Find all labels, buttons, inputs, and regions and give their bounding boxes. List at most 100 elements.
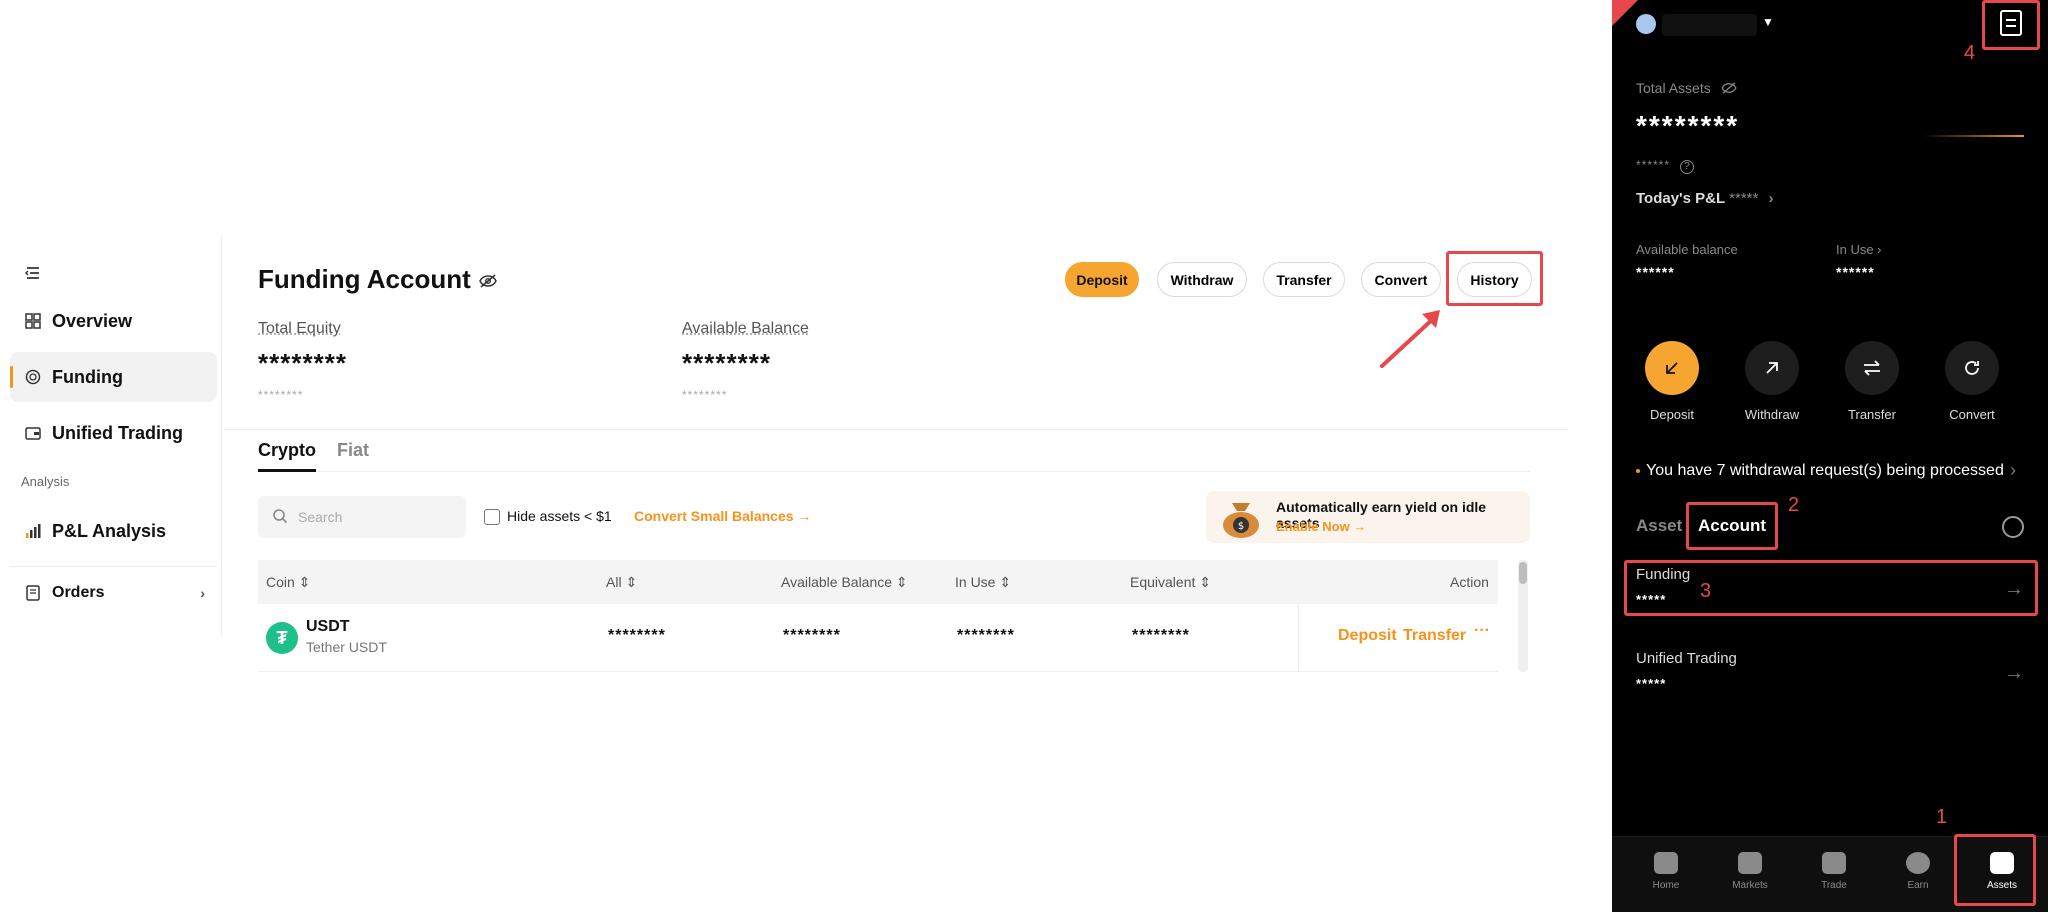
- convert-small-balances-link[interactable]: Convert Small Balances →: [634, 508, 811, 524]
- sidebar-item-label: Overview: [52, 310, 133, 331]
- withdrawal-notice[interactable]: You have 7 withdrawal request(s) being p…: [1636, 462, 2004, 480]
- tab-fiat[interactable]: Fiat: [337, 440, 369, 461]
- column-in-use[interactable]: In Use ⇕: [955, 574, 1011, 591]
- available-balance-sub: ********: [682, 388, 728, 402]
- in-use-label[interactable]: In Use ›: [1836, 242, 1882, 257]
- column-equivalent[interactable]: Equivalent ⇕: [1130, 574, 1211, 591]
- chevron-right-icon: ›: [200, 585, 205, 601]
- mobile-deposit-button[interactable]: Deposit: [1632, 341, 1712, 422]
- eye-off-icon[interactable]: [1721, 81, 1737, 97]
- help-icon[interactable]: ?: [1680, 160, 1695, 174]
- sidebar-item-pl-analysis[interactable]: P&L Analysis: [10, 506, 217, 556]
- home-icon: [1654, 852, 1678, 874]
- tab-crypto[interactable]: Crypto: [258, 440, 316, 461]
- sidebar-item-label: Orders: [52, 584, 105, 601]
- coin-full-name: Tether USDT: [306, 639, 387, 655]
- nav-markets[interactable]: Markets: [1720, 852, 1780, 891]
- cell-in-use: ********: [957, 627, 1015, 644]
- column-all[interactable]: All ⇕: [606, 574, 637, 591]
- search-input[interactable]: Search: [258, 496, 466, 538]
- nav-trade[interactable]: Trade: [1804, 852, 1864, 891]
- action-label: Withdraw: [1744, 407, 1800, 422]
- section-divider: [224, 429, 1568, 430]
- today-pl[interactable]: Today's P&L ***** ›: [1636, 190, 1774, 207]
- available-balance-label: Available balance: [1636, 242, 1738, 257]
- column-available-balance[interactable]: Available Balance ⇕: [781, 574, 908, 591]
- sidebar-item-label: P&L Analysis: [52, 520, 167, 541]
- document-icon: [24, 584, 42, 602]
- today-pl-value: *****: [1729, 190, 1759, 207]
- sidebar-item-overview[interactable]: Overview: [10, 296, 217, 346]
- menu-collapse-icon[interactable]: [24, 264, 44, 284]
- mobile-withdraw-button[interactable]: Withdraw: [1732, 341, 1812, 422]
- cell-equivalent: ********: [1132, 627, 1190, 644]
- unified-trading-account-name: Unified Trading: [1636, 650, 1737, 667]
- annotation-2: 2: [1788, 494, 1800, 516]
- page-title-text: Funding Account: [258, 264, 471, 294]
- total-assets-label: Total Assets: [1636, 80, 1737, 97]
- today-pl-label: Today's P&L: [1636, 190, 1726, 207]
- column-coin[interactable]: Coin ⇕: [266, 574, 310, 591]
- withdraw-button[interactable]: Withdraw: [1157, 262, 1247, 297]
- convert-button[interactable]: Convert: [1361, 262, 1441, 297]
- eye-off-icon[interactable]: [478, 264, 497, 295]
- row-deposit-link[interactable]: Deposit: [1338, 627, 1397, 645]
- cell-available: ********: [783, 627, 841, 644]
- funding-row-highlight-box[interactable]: [1624, 560, 2038, 616]
- table-row[interactable]: [258, 604, 1498, 672]
- chevron-right-icon: ›: [1768, 190, 1774, 207]
- total-equity-label: Total Equity: [258, 320, 341, 337]
- arrow-right-icon[interactable]: →: [2004, 662, 2024, 685]
- notice-text: You have 7 withdrawal request(s) being p…: [1646, 462, 2004, 479]
- trade-icon: [1822, 852, 1846, 874]
- wallet-icon: [24, 424, 42, 442]
- promo-enable-link[interactable]: Enable Now →: [1276, 519, 1366, 534]
- earn-promo-banner[interactable]: $ Automatically earn yield on idle asset…: [1206, 491, 1530, 543]
- tab-asset[interactable]: Asset: [1636, 516, 1682, 536]
- deposit-button[interactable]: Deposit: [1065, 262, 1139, 297]
- caret-down-icon[interactable]: ▼: [1762, 15, 1774, 29]
- annotation-1: 1: [1936, 806, 1948, 828]
- row-transfer-link[interactable]: Transfer: [1403, 627, 1466, 645]
- chevron-right-icon[interactable]: ›: [2010, 460, 2016, 481]
- action-column-separator: [1298, 604, 1299, 672]
- nav-earn[interactable]: Earn: [1888, 852, 1948, 891]
- sidebar: Overview Funding Unified Trading Analysi…: [0, 236, 222, 636]
- hide-assets-checkbox[interactable]: [484, 509, 500, 525]
- nav-home[interactable]: Home: [1636, 852, 1696, 891]
- bar-chart-icon: [24, 522, 42, 540]
- asset-sparkline: [1922, 135, 2024, 137]
- pointer-arrow-icon: [1380, 310, 1440, 368]
- history-highlight-box: [1446, 251, 1543, 306]
- table-scrollbar-thumb[interactable]: [1519, 562, 1527, 584]
- annotation-3: 3: [1700, 580, 1712, 602]
- tab-active-indicator: [258, 469, 316, 472]
- sidebar-item-orders[interactable]: Orders ›: [10, 568, 217, 618]
- sidebar-item-funding[interactable]: Funding: [10, 352, 217, 402]
- mobile-transfer-button[interactable]: Transfer: [1832, 341, 1912, 422]
- row-more-icon[interactable]: ···: [1474, 622, 1490, 640]
- mobile-convert-button[interactable]: Convert: [1932, 341, 2012, 422]
- transfer-button[interactable]: Transfer: [1263, 262, 1345, 297]
- earn-icon: [1906, 852, 1930, 874]
- avatar[interactable]: [1636, 14, 1656, 34]
- unified-trading-account-value: *****: [1636, 676, 1667, 691]
- sidebar-item-unified-trading[interactable]: Unified Trading: [10, 408, 217, 458]
- account-tab-highlight-box: [1686, 502, 1778, 550]
- nav-label: Earn: [1907, 880, 1929, 891]
- notice-dot: [1636, 468, 1640, 473]
- usdt-coin-icon: ₮: [266, 622, 298, 654]
- money-bag-icon: $: [1223, 503, 1259, 538]
- sidebar-section-analysis: Analysis: [21, 474, 70, 489]
- pie-chart-icon[interactable]: [2002, 516, 2024, 538]
- nav-label: Markets: [1732, 880, 1768, 891]
- username-redacted[interactable]: [1662, 14, 1757, 36]
- assets-nav-highlight-box: [1954, 834, 2036, 906]
- corner-marker: [1612, 0, 1638, 26]
- sidebar-item-label: Funding: [52, 366, 123, 387]
- arrow-up-right-icon: [1745, 341, 1799, 395]
- available-balance-label: Available Balance: [682, 320, 809, 337]
- mobile-app-screen: ▼ 4 Total Assets ******** ****** ? Today…: [1612, 0, 2048, 912]
- svg-text:$: $: [1238, 521, 1244, 532]
- action-label: Transfer: [1848, 407, 1896, 422]
